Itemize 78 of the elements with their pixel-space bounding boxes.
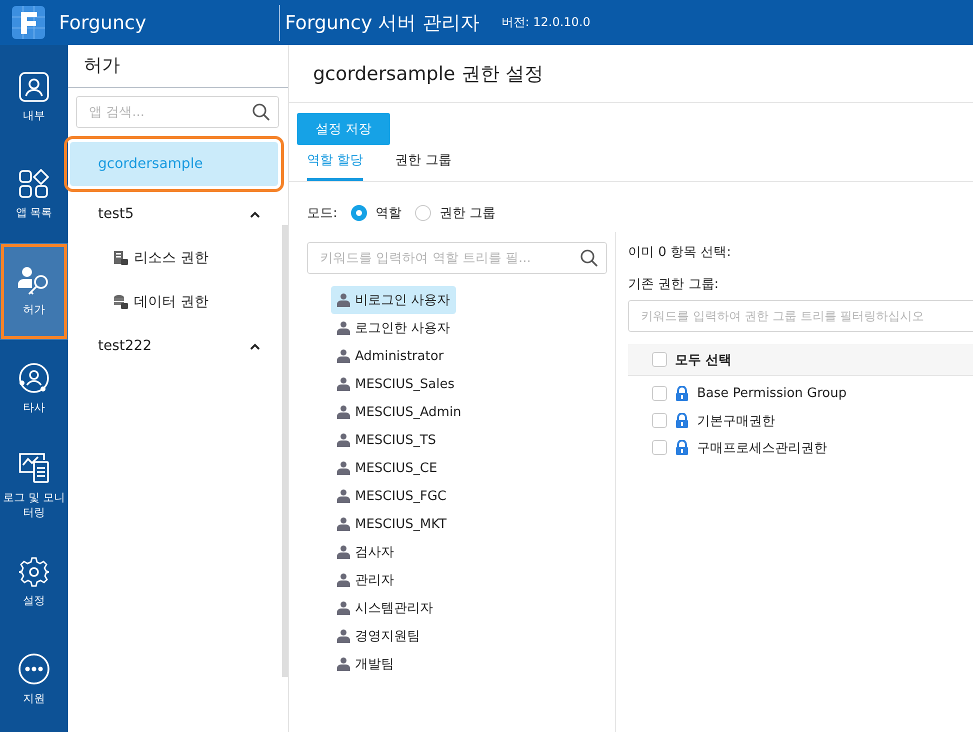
- person-icon: [337, 629, 350, 643]
- person-icon: [337, 405, 350, 419]
- nav-item[interactable]: 로그 및 모니터링: [0, 437, 68, 534]
- mode-label: 모드:: [307, 205, 338, 222]
- role-item[interactable]: 개발팀: [331, 650, 400, 678]
- checkbox[interactable]: [652, 440, 667, 455]
- checkbox[interactable]: [652, 386, 667, 401]
- search-icon: [252, 103, 270, 121]
- user-network-icon: [18, 362, 50, 394]
- role-item[interactable]: 비로그인 사용자: [331, 286, 456, 314]
- lock-icon: [675, 413, 689, 428]
- logo-icon: [12, 6, 45, 39]
- role-item[interactable]: 시스템관리자: [331, 594, 439, 622]
- person-icon: [337, 601, 350, 615]
- app-title: Forguncy 서버 관리자: [285, 10, 480, 36]
- role-search-field[interactable]: 키워드를 입력하여 역할 트리를 필...: [307, 242, 607, 274]
- user-icon: [19, 72, 49, 102]
- permission-item[interactable]: 데이터 권한: [70, 280, 278, 324]
- select-all-label: 모두 선택: [675, 352, 732, 368]
- person-icon: [337, 349, 350, 363]
- person-icon: [337, 433, 350, 447]
- person-icon: [337, 461, 350, 475]
- role-item[interactable]: MESCIUS_Admin: [331, 398, 468, 426]
- selection-count: 이미 0 항목 선택:: [628, 244, 732, 262]
- role-item[interactable]: 검사자: [331, 538, 400, 566]
- page-title: gcordersample 권한 설정: [289, 45, 973, 103]
- person-icon: [337, 321, 350, 335]
- section-label: 기존 권한 그룹:: [628, 276, 720, 294]
- monitor-chart-icon: [18, 452, 50, 484]
- radio-button[interactable]: [415, 205, 432, 221]
- person-icon: [337, 489, 350, 503]
- role-item[interactable]: MESCIUS_Sales: [331, 370, 460, 398]
- group-label: Base Permission Group: [697, 386, 847, 401]
- role-item[interactable]: 관리자: [331, 566, 400, 594]
- tab[interactable]: 권한 그룹: [395, 151, 452, 181]
- person-icon: [337, 377, 350, 391]
- radio-label: 역할: [375, 205, 402, 222]
- person-icon: [337, 517, 350, 531]
- nav-item[interactable]: 앱 목록: [0, 146, 68, 243]
- group-label: 기본구매권한: [697, 412, 775, 430]
- settings-icon: [19, 557, 49, 587]
- role-item[interactable]: 경영지원팀: [331, 622, 426, 650]
- permission-item[interactable]: 리소스 권한: [70, 236, 278, 280]
- nav-item[interactable]: 지원: [0, 631, 68, 728]
- role-item[interactable]: Administrator: [331, 342, 450, 370]
- role-item[interactable]: MESCIUS_TS: [331, 426, 442, 454]
- role-item[interactable]: MESCIUS_MKT: [331, 510, 453, 538]
- app-item[interactable]: test5: [70, 192, 278, 236]
- person-icon: [337, 545, 350, 559]
- radio-button[interactable]: [351, 205, 368, 221]
- person-icon: [337, 657, 350, 671]
- role-item[interactable]: MESCIUS_FGC: [331, 482, 452, 510]
- checkbox[interactable]: [652, 352, 667, 367]
- caret-icon[interactable]: [250, 210, 260, 218]
- caret-icon[interactable]: [250, 342, 260, 350]
- apps-icon: [19, 169, 49, 199]
- user-key-icon: [18, 266, 50, 296]
- app-item[interactable]: test222: [70, 324, 278, 368]
- brand-name: Forguncy: [59, 12, 146, 34]
- more-icon: [18, 653, 50, 685]
- lock-icon: [675, 440, 689, 455]
- role-item[interactable]: 로그인한 사용자: [331, 314, 456, 342]
- group-label: 구매프로세스관리권한: [697, 440, 827, 456]
- version-text: 버전: 12.0.10.0: [501, 14, 590, 31]
- nav-item[interactable]: 타사: [0, 340, 68, 437]
- group-search-field[interactable]: 키워드를 입력하여 권한 그룹 트리를 필터링하십시오: [628, 300, 973, 332]
- radio-label: 권한 그룹: [439, 205, 496, 222]
- person-icon: [337, 573, 350, 587]
- search-field[interactable]: 앱 검색...: [76, 96, 279, 128]
- search-icon: [580, 249, 598, 267]
- checkbox[interactable]: [652, 413, 667, 428]
- nav-item[interactable]: 설정: [0, 534, 68, 631]
- lock-icon: [675, 386, 689, 401]
- role-item[interactable]: MESCIUS_CE: [331, 454, 444, 482]
- person-icon: [337, 293, 350, 307]
- nav-item[interactable]: 내부: [0, 49, 68, 146]
- nav-item[interactable]: 허가: [0, 243, 68, 340]
- sidebar-title: 허가: [68, 45, 288, 88]
